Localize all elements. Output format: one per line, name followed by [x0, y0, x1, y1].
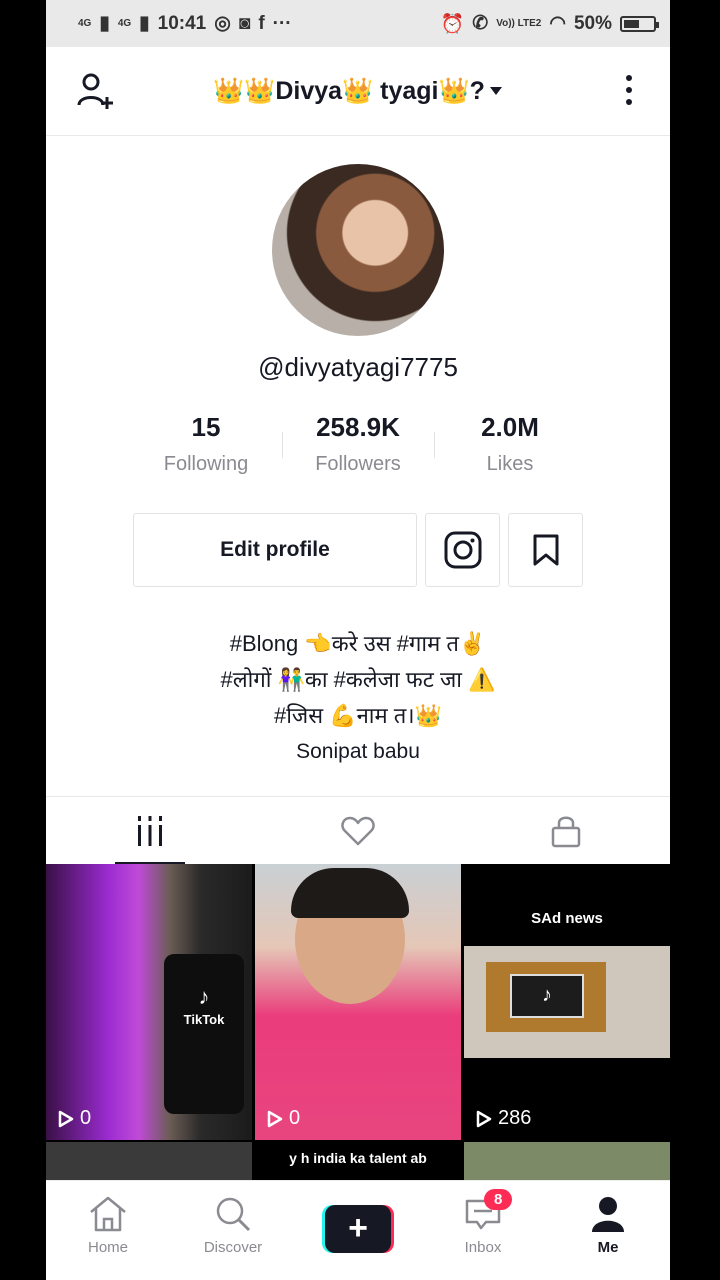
video-grid: ♪ TikTok 0 0 SAd news ♪ 286 y h india ka… — [46, 864, 670, 1184]
nav-me[interactable]: Me — [558, 1195, 658, 1256]
search-icon — [216, 1197, 251, 1232]
view-count-value: 0 — [80, 1107, 92, 1129]
instagram-button[interactable] — [425, 513, 500, 587]
grid-icon — [138, 816, 162, 846]
play-icon — [476, 1110, 492, 1127]
inbox-badge: 8 — [484, 1189, 513, 1210]
plus-icon: + — [325, 1205, 391, 1253]
view-count: 286 — [476, 1107, 531, 1130]
bio-line-1: #Blong 👈करे उस #गाम त✌️ — [229, 631, 487, 656]
facebook-icon: f — [258, 12, 265, 34]
nav-discover-label: Discover — [203, 1239, 263, 1256]
video-thumbnail[interactable]: y h india ka talent ab — [255, 1142, 461, 1184]
hair-shape — [291, 868, 409, 918]
heart-icon — [341, 816, 375, 846]
followers-label: Followers — [315, 453, 401, 475]
clock: 10:41 — [157, 12, 207, 34]
nav-inbox[interactable]: Inbox — [433, 1195, 533, 1256]
play-icon — [58, 1110, 74, 1127]
bottom-nav: Home Discover + Inbox 8 Me — [46, 1180, 670, 1280]
following-count: 15 — [191, 412, 221, 442]
tiktok-label: TikTok — [183, 1012, 225, 1027]
tiktok-logo-icon: ♪ — [198, 984, 210, 1009]
nav-inbox-label: Inbox — [464, 1239, 502, 1256]
profile-icon — [592, 1197, 624, 1232]
signal-2: 4G — [117, 18, 132, 29]
caret-down-icon — [489, 87, 502, 95]
edit-profile-button[interactable]: Edit profile — [133, 513, 417, 587]
phone-screen: 4G ▮ 4G ▮ 10:41 ◎ ◙ f ··· ⏰ ✆ Vo)) LTE2 … — [46, 0, 670, 1280]
likes-count: 2.0M — [481, 412, 539, 442]
followers-count: 258.9K — [316, 412, 400, 442]
bio-line-3: #जिस 💪नाम त।👑 — [273, 703, 443, 728]
bio-line-4: Sonipat babu — [296, 740, 420, 763]
bio-line-2: #लोगों 👫का #कलेजा फट जा ⚠️ — [220, 667, 496, 692]
account-switcher[interactable]: 👑👑Divya👑 tyagi👑? — [213, 77, 503, 106]
nav-home[interactable]: Home — [58, 1195, 158, 1256]
more-notifications-icon: ··· — [272, 12, 292, 34]
app-icon: ◙ — [238, 12, 251, 34]
stat-divider-2 — [434, 432, 435, 458]
username: @divyatyagi7775 — [258, 352, 458, 382]
profile-avatar[interactable] — [272, 164, 444, 336]
view-count: 0 — [58, 1107, 91, 1130]
video-overlay-text: SAd news — [531, 910, 603, 927]
tab-videos[interactable] — [46, 797, 254, 865]
video-thumbnail[interactable] — [464, 1142, 670, 1184]
battery-percent: 50% — [573, 12, 612, 34]
status-bar: 4G ▮ 4G ▮ 10:41 ◎ ◙ f ··· ⏰ ✆ Vo)) LTE2 … — [46, 0, 670, 47]
profile-tabs — [46, 796, 670, 865]
lte-indicator: Vo)) LTE2 — [496, 18, 542, 29]
nav-home-label: Home — [87, 1239, 128, 1256]
view-count-value: 286 — [498, 1107, 532, 1129]
signal-bars-icon-2: ▮ — [139, 13, 150, 34]
signal-1: 4G — [78, 18, 92, 29]
likes-label: Likes — [486, 453, 534, 475]
stat-followers[interactable]: 258.9K Followers — [288, 412, 428, 476]
home-icon — [90, 1196, 126, 1232]
following-label: Following — [163, 453, 249, 475]
profile-header: 👑👑Divya👑 tyagi👑? — [46, 47, 670, 136]
whatsapp-icon: ◎ — [214, 13, 231, 34]
call-icon: ✆ — [472, 13, 489, 34]
favorites-button[interactable] — [508, 513, 583, 587]
lock-icon — [551, 816, 581, 848]
video-thumbnail[interactable]: SAd news ♪ 286 — [464, 864, 670, 1140]
view-count: 0 — [267, 1107, 300, 1130]
tiktok-logo-icon: ♪ — [510, 974, 584, 1018]
nav-me-label: Me — [597, 1239, 619, 1256]
stat-following[interactable]: 15 Following — [136, 412, 276, 476]
wifi-icon: ◠ — [549, 13, 566, 34]
stat-divider — [282, 432, 283, 458]
video-thumbnail[interactable] — [46, 1142, 252, 1184]
instagram-icon — [444, 531, 481, 569]
video-thumbnail[interactable]: ♪ TikTok 0 — [46, 864, 252, 1140]
tab-private[interactable] — [462, 797, 670, 865]
nav-discover[interactable]: Discover — [183, 1195, 283, 1256]
video-caption: y h india ka talent ab — [289, 1150, 427, 1166]
signal-bars-icon: ▮ — [99, 13, 110, 34]
account-name: 👑👑Divya👑 tyagi👑? — [213, 76, 485, 105]
video-thumbnail[interactable]: 0 — [255, 864, 461, 1140]
battery-icon — [620, 15, 659, 32]
stat-likes[interactable]: 2.0M Likes — [440, 412, 580, 476]
phone-screen-thumb: ♪ TikTok — [164, 954, 244, 1114]
add-friend-icon[interactable] — [76, 71, 118, 116]
profile-bio: #Blong 👈करे उस #गाम त✌️ #लोगों 👫का #कलेज… — [46, 626, 670, 770]
tab-liked[interactable] — [254, 797, 462, 865]
bookmark-icon — [533, 534, 558, 566]
more-options-icon[interactable] — [626, 75, 634, 111]
create-button[interactable]: + — [322, 1205, 394, 1253]
view-count-value: 0 — [289, 1107, 301, 1129]
play-icon — [267, 1110, 283, 1127]
alarm-icon: ⏰ — [440, 13, 465, 35]
tv-image: ♪ — [464, 946, 670, 1058]
